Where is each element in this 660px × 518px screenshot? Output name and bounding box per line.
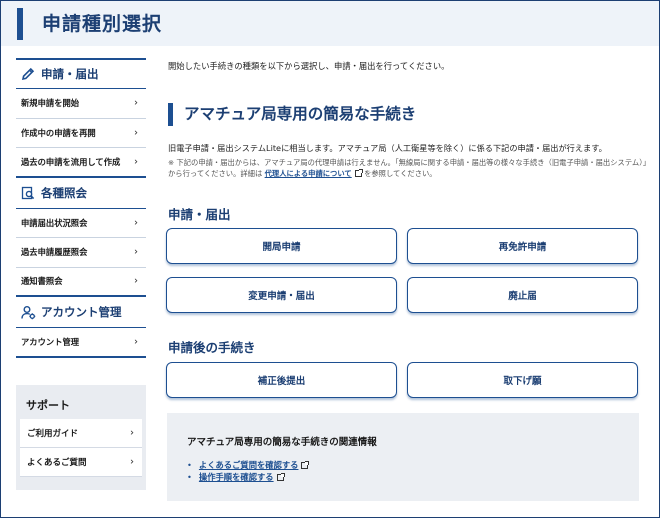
page-title: 申請種別選択: [42, 13, 163, 35]
sidebar-section-title: アカウント管理: [41, 305, 122, 319]
sidebar-section-application: 申請・届出: [16, 58, 146, 89]
support-title: サポート: [26, 399, 70, 412]
external-link-icon: [301, 461, 310, 469]
list-item: よくあるご質問を確認する: [187, 459, 310, 471]
support-item-label: ご利用ガイド: [27, 429, 79, 439]
sidebar-item-history-inquiry[interactable]: 過去申請履歴照会 ›: [16, 238, 146, 268]
sidebar: 申請・届出 新規申請を開始 › 作成中の申請を再開 › 過去の申請を流用して作成…: [16, 58, 146, 358]
search-document-icon: [20, 185, 36, 201]
chevron-right-icon: ›: [134, 97, 138, 109]
sidebar-item-account-management[interactable]: アカウント管理 ›: [16, 328, 146, 358]
sidebar-item-status-inquiry[interactable]: 申請届出状況照会 ›: [16, 209, 146, 238]
user-gear-icon: [20, 304, 36, 320]
page-header: 申請種別選択: [1, 1, 659, 46]
sidebar-item-label: 新規申請を開始: [21, 98, 80, 109]
sidebar-section-title: 各種照会: [41, 185, 87, 200]
abolition-notice-button[interactable]: 廃止届: [407, 277, 638, 313]
sidebar-item-label: アカウント管理: [21, 336, 80, 347]
chevron-right-icon: ›: [134, 336, 138, 348]
chevron-right-icon: ›: [134, 127, 138, 139]
chevron-right-icon: ›: [134, 246, 138, 258]
withdrawal-request-button[interactable]: 取下げ願: [407, 362, 638, 398]
sidebar-item-new-application[interactable]: 新規申請を開始 ›: [16, 89, 146, 119]
change-application-button[interactable]: 変更申請・届出: [166, 277, 397, 313]
sidebar-section-account: アカウント管理: [16, 297, 146, 328]
sidebar-item-resume-application[interactable]: 作成中の申請を再開 ›: [16, 119, 146, 148]
chevron-right-icon: ›: [130, 427, 134, 439]
header-accent-bar: [17, 8, 23, 40]
external-link-icon: [276, 473, 285, 481]
sidebar-item-reuse-application[interactable]: 過去の申請を流用して作成 ›: [16, 148, 146, 178]
sidebar-section-inquiry: 各種照会: [16, 178, 146, 209]
support-item-label: よくあるご質問: [27, 458, 87, 468]
pencil-icon: [20, 66, 36, 82]
note-text-end: を参照してください。: [364, 169, 437, 178]
chevron-right-icon: ›: [130, 456, 134, 468]
section-title: アマチュア局専用の簡易な手続き: [184, 105, 417, 123]
section-accent-bar: [168, 103, 173, 126]
proxy-application-link[interactable]: 代理人による申請について: [265, 169, 352, 178]
sidebar-item-label: 過去の申請を流用して作成: [21, 156, 121, 167]
sidebar-item-label: 作成中の申請を再開: [21, 127, 96, 138]
submit-correction-button[interactable]: 補正後提出: [166, 362, 397, 398]
section-description: 旧電子申請・届出システムLiteに相当します。アマチュア局（人工衛星等を除く）に…: [168, 143, 607, 153]
list-item: 操作手順を確認する: [187, 471, 308, 483]
chevron-right-icon: ›: [134, 275, 138, 287]
proxy-note: ※ 下記の申請・届出からは、アマチュア局の代理申請は行えません。「無線局に関する…: [168, 157, 648, 179]
operation-guide-link[interactable]: 操作手順を確認する: [199, 472, 274, 482]
group-title-application: 申請・届出: [168, 207, 231, 222]
faq-link[interactable]: よくあるご質問を確認する: [199, 460, 299, 470]
chevron-right-icon: ›: [134, 156, 138, 168]
group-title-post-application: 申請後の手続き: [168, 340, 256, 355]
related-info-panel: アマチュア局専用の簡易な手続きの関連情報 よくあるご質問を確認する 操作手順を確…: [167, 413, 639, 501]
support-panel: サポート ご利用ガイド › よくあるご質問 ›: [16, 385, 146, 490]
related-info-title: アマチュア局専用の簡易な手続きの関連情報: [187, 437, 377, 448]
open-station-button[interactable]: 開局申請: [166, 228, 397, 264]
relicense-button[interactable]: 再免許申請: [407, 228, 638, 264]
support-item-faq[interactable]: よくあるご質問 ›: [20, 448, 142, 477]
intro-text: 開始したい手続きの種類を以下から選択し、申請・届出を行ってください。: [168, 61, 450, 71]
sidebar-item-label: 申請届出状況照会: [21, 217, 88, 228]
chevron-right-icon: ›: [134, 217, 138, 229]
external-link-icon: [354, 169, 363, 177]
sidebar-item-label: 通知書照会: [21, 276, 63, 287]
related-links-list: よくあるご質問を確認する 操作手順を確認する: [187, 459, 310, 483]
sidebar-item-notice-inquiry[interactable]: 通知書照会 ›: [16, 268, 146, 297]
sidebar-section-title: 申請・届出: [41, 67, 99, 81]
sidebar-item-label: 過去申請履歴照会: [21, 247, 88, 258]
support-item-user-guide[interactable]: ご利用ガイド ›: [20, 419, 142, 448]
